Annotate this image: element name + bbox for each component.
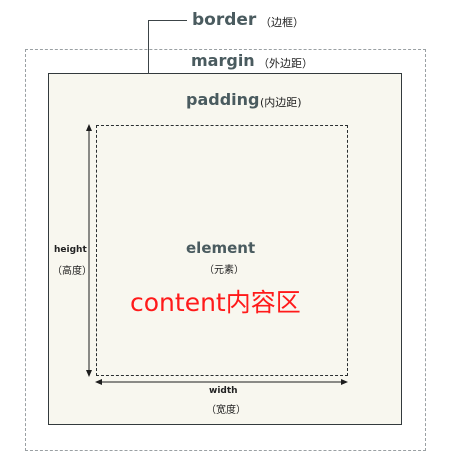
border-label: border	[192, 10, 257, 30]
content-label: content内容区	[130, 288, 301, 317]
dimension-arrows	[86, 124, 348, 385]
box-model-diagram: border （边框） margin （外边距） padding (内边距) e…	[0, 0, 457, 467]
height-label: height	[54, 245, 87, 255]
padding-label-cn: (内边距)	[260, 96, 302, 109]
element-label: element	[186, 239, 256, 257]
width-label: width	[209, 386, 238, 396]
margin-label: margin	[191, 51, 255, 70]
border-label-cn: （边框）	[260, 16, 304, 29]
width-label-cn: （宽度）	[206, 405, 246, 416]
margin-label-cn: （外边距）	[258, 57, 313, 70]
element-label-cn: （元素）	[204, 265, 244, 276]
padding-label: padding	[186, 90, 260, 109]
height-label-cn: （高度）	[52, 266, 92, 277]
width-arrow	[95, 379, 348, 385]
